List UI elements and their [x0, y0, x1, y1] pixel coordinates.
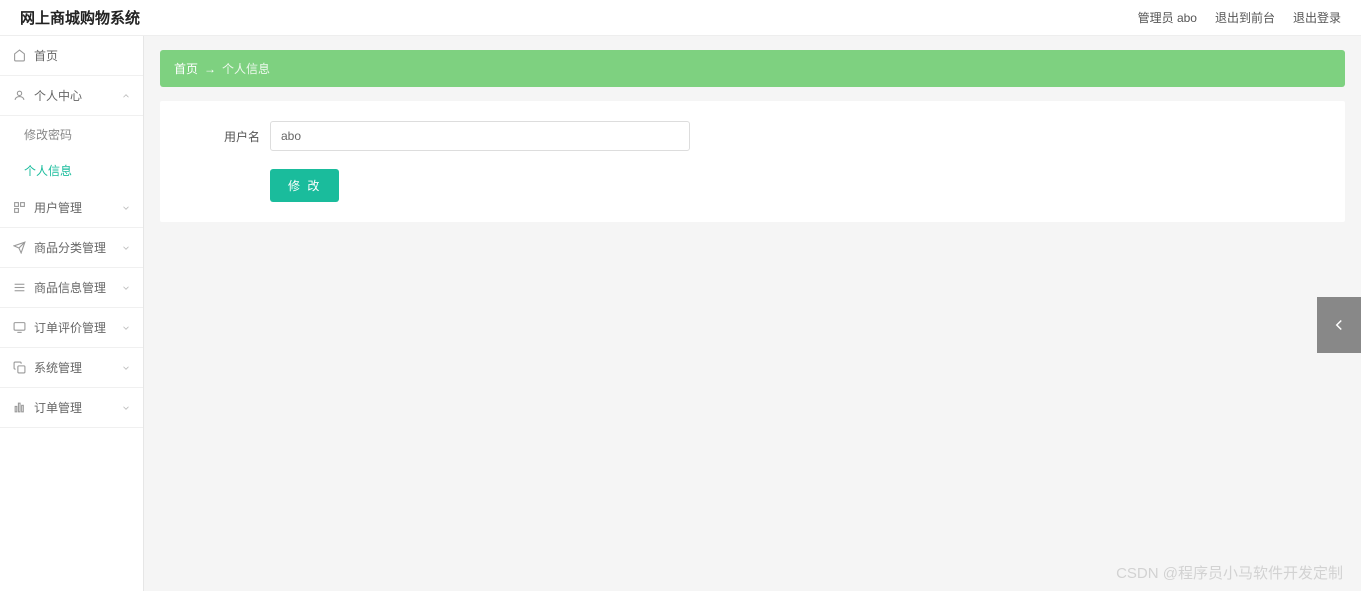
sidebar-item-review-mgmt[interactable]: 订单评价管理 — [0, 308, 143, 348]
subitem-change-password[interactable]: 修改密码 — [0, 116, 143, 152]
chevron-down-icon — [121, 323, 131, 333]
user-icon — [12, 89, 26, 103]
copy-icon — [12, 361, 26, 375]
form-row-username: 用户名 — [190, 121, 1315, 151]
main-content: 首页 → 个人信息 用户名 修 改 — [144, 36, 1361, 591]
logout-link[interactable]: 退出登录 — [1293, 9, 1341, 26]
breadcrumb-arrow: → — [204, 62, 216, 76]
sidebar-item-label: 用户管理 — [34, 199, 82, 216]
sidebar-item-label: 订单管理 — [34, 399, 82, 416]
chevron-down-icon — [121, 363, 131, 373]
form-panel: 用户名 修 改 — [160, 101, 1345, 222]
subitem-label: 个人信息 — [24, 162, 72, 179]
app-title: 网上商城购物系统 — [20, 7, 140, 28]
admin-label[interactable]: 管理员 abo — [1138, 9, 1197, 26]
sidebar-item-order-mgmt[interactable]: 订单管理 — [0, 388, 143, 428]
front-link[interactable]: 退出到前台 — [1215, 9, 1275, 26]
sidebar-item-label: 商品分类管理 — [34, 239, 106, 256]
sidebar-item-user-mgmt[interactable]: 用户管理 — [0, 188, 143, 228]
subitem-profile[interactable]: 个人信息 — [0, 152, 143, 188]
sidebar-item-label: 首页 — [34, 47, 58, 64]
chevron-down-icon — [121, 403, 131, 413]
sidebar-item-label: 系统管理 — [34, 359, 82, 376]
bars-icon — [12, 401, 26, 415]
username-input[interactable] — [270, 121, 690, 151]
breadcrumb-current: 个人信息 — [222, 60, 270, 77]
sidebar: 首页 个人中心 修改密码 个人信息 用户管理 商品分类管理 商品信息管 — [0, 36, 144, 591]
list-icon — [12, 281, 26, 295]
sidebar-item-personal[interactable]: 个人中心 — [0, 76, 143, 116]
button-row: 修 改 — [190, 169, 1315, 202]
home-icon — [12, 49, 26, 63]
submit-button[interactable]: 修 改 — [270, 169, 339, 202]
chevron-down-icon — [121, 203, 131, 213]
sidebar-item-home[interactable]: 首页 — [0, 36, 143, 76]
sidebar-item-category-mgmt[interactable]: 商品分类管理 — [0, 228, 143, 268]
header: 网上商城购物系统 管理员 abo 退出到前台 退出登录 — [0, 0, 1361, 36]
sidebar-item-label: 商品信息管理 — [34, 279, 106, 296]
breadcrumb-home[interactable]: 首页 — [174, 60, 198, 77]
sidebar-item-label: 个人中心 — [34, 87, 82, 104]
subitem-label: 修改密码 — [24, 126, 72, 143]
chevron-up-icon — [121, 91, 131, 101]
chevron-down-icon — [121, 283, 131, 293]
plane-icon — [12, 241, 26, 255]
username-label: 用户名 — [190, 128, 260, 145]
breadcrumb: 首页 → 个人信息 — [160, 50, 1345, 87]
monitor-icon — [12, 321, 26, 335]
sidebar-item-system-mgmt[interactable]: 系统管理 — [0, 348, 143, 388]
grid-icon — [12, 201, 26, 215]
collapse-toggle[interactable] — [1317, 297, 1361, 353]
chevron-left-icon — [1330, 316, 1348, 334]
header-right: 管理员 abo 退出到前台 退出登录 — [1138, 9, 1341, 26]
sidebar-item-label: 订单评价管理 — [34, 319, 106, 336]
chevron-down-icon — [121, 243, 131, 253]
sidebar-item-product-mgmt[interactable]: 商品信息管理 — [0, 268, 143, 308]
